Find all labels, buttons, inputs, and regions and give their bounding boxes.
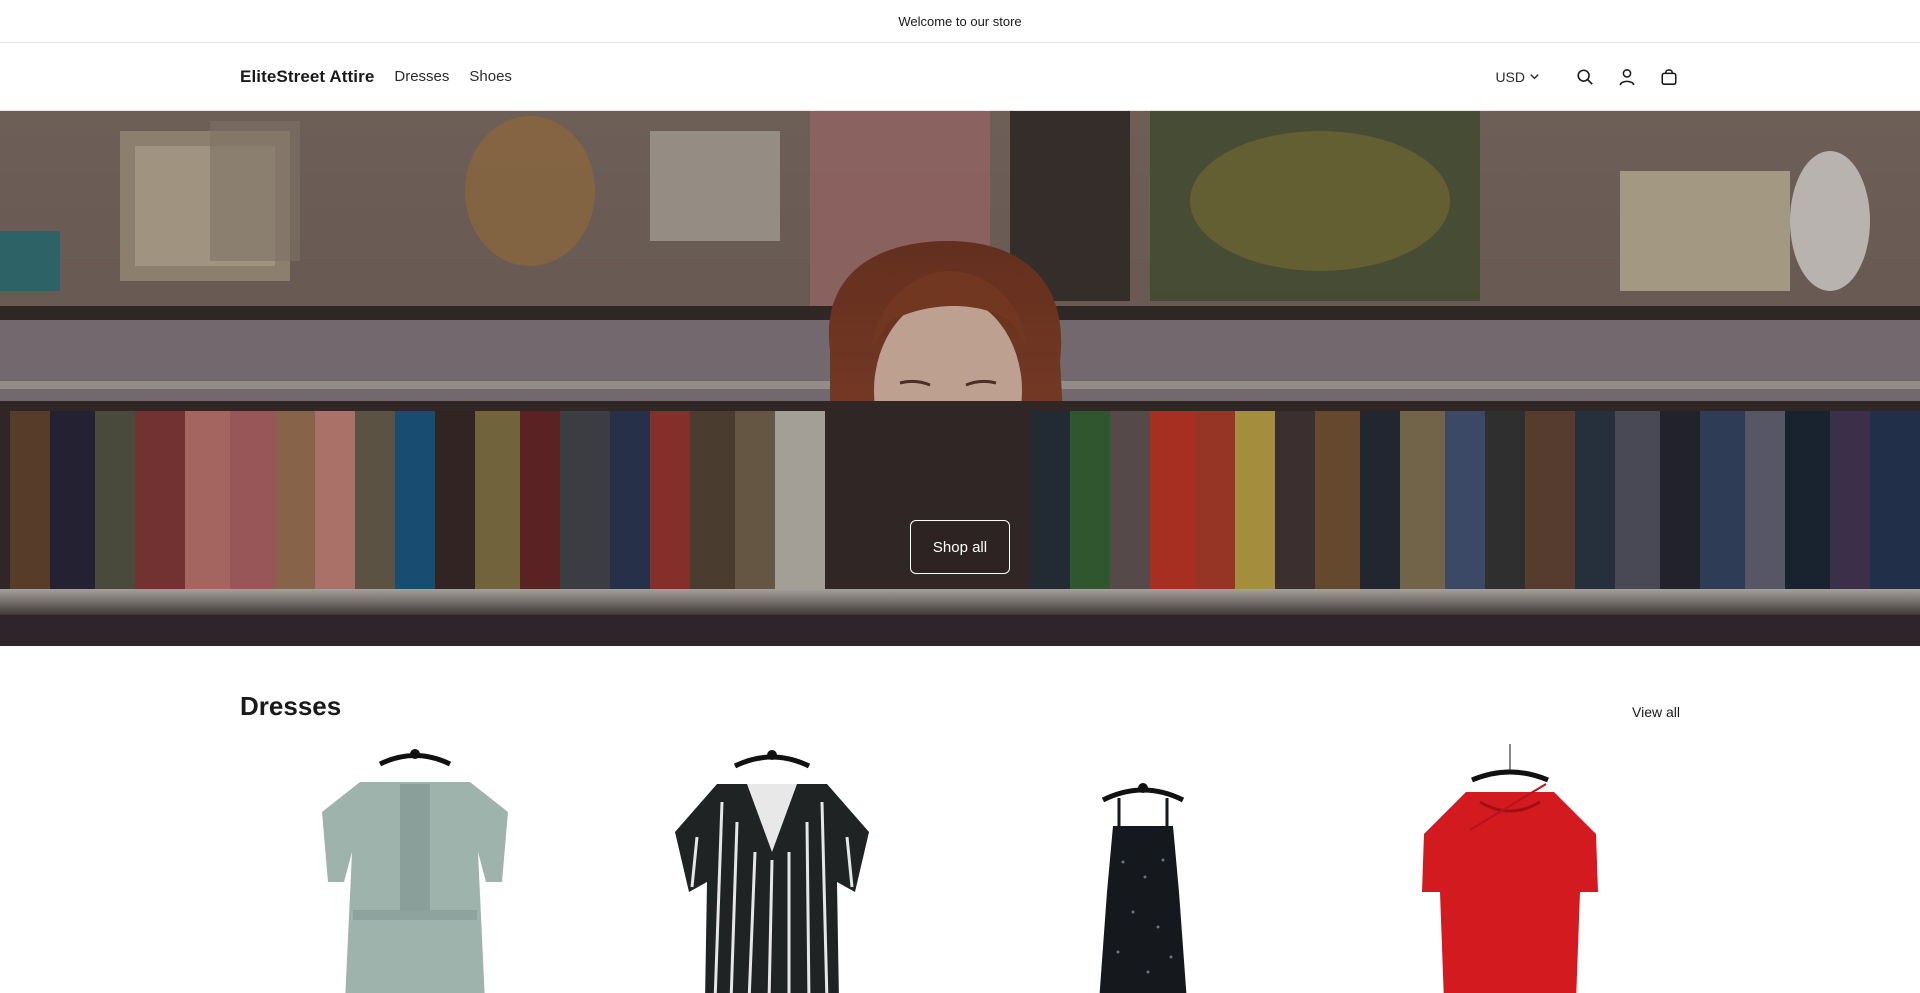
search-button[interactable] [1572,64,1598,90]
nav-link-dresses[interactable]: Dresses [394,68,449,85]
nav-link-shoes[interactable]: Shoes [469,68,512,85]
currency-label: USD [1495,68,1525,85]
hero-banner: Shop all [0,111,1920,646]
cart-button[interactable] [1656,64,1682,90]
view-all-link[interactable]: View all [1632,704,1680,720]
chevron-down-icon [1530,74,1539,80]
store-logo[interactable]: EliteStreet Attire [240,67,374,87]
product-image-3 [1099,783,1187,993]
collection-title: Dresses [240,691,342,721]
search-icon [1577,68,1593,85]
announcement-text: Welcome to our store [898,13,1022,29]
announcement-bar: Welcome to our store [0,0,1920,43]
featured-collection: Dresses View all [0,691,1920,993]
cart-icon [1661,68,1677,85]
currency-selector[interactable]: USD [1495,69,1540,85]
product-grid [240,742,1680,993]
product-card-3[interactable] [973,742,1313,993]
account-icon [1619,68,1635,85]
product-image-1 [322,749,508,993]
product-card-4[interactable] [1340,742,1680,993]
shop-all-button[interactable]: Shop all [910,520,1010,574]
product-card-2[interactable] [607,742,947,993]
product-card-1[interactable] [240,742,580,993]
site-header: EliteStreet Attire Dresses Shoes USD [0,43,1920,111]
product-image-2 [674,750,869,993]
account-button[interactable] [1614,64,1640,90]
product-image-4 [1421,744,1598,993]
